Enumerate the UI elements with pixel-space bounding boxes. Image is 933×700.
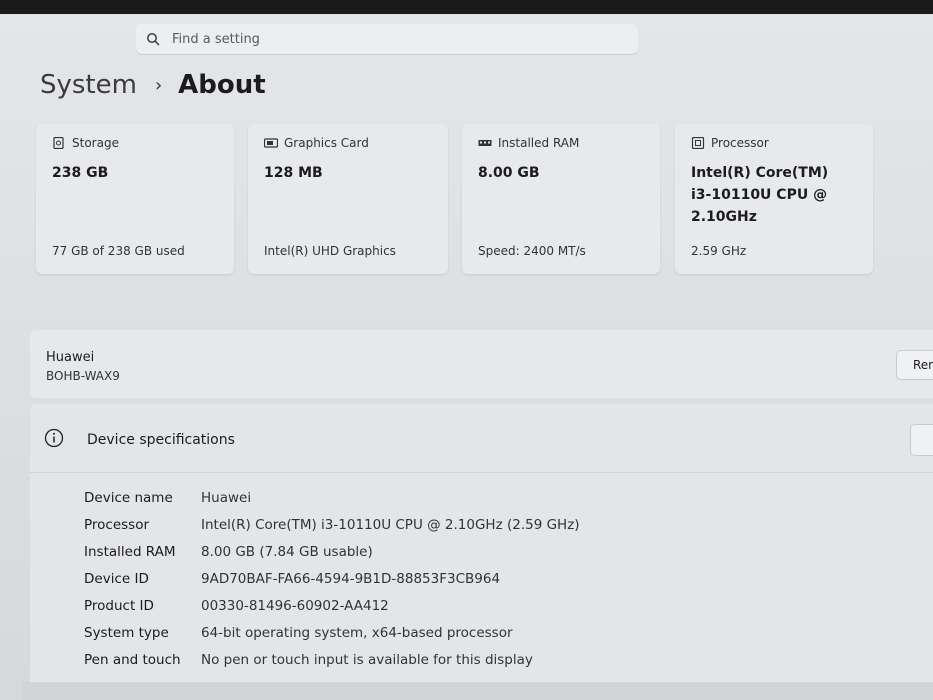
device-name-bar: Huawei BOHB-WAX9: [30, 330, 933, 398]
ram-value: 8.00 GB: [478, 165, 540, 181]
rename-button[interactable]: Ren: [896, 350, 933, 380]
spec-row-device-name: Device name Huawei: [84, 484, 580, 511]
breadcrumb-system[interactable]: System: [40, 70, 137, 100]
spec-row-device-id: Device ID 9AD70BAF-FA66-4594-9B1D-88853F…: [84, 565, 580, 592]
storage-icon: [52, 137, 66, 149]
spec-value: 64-bit operating system, x64-based proce…: [201, 624, 513, 641]
next-section-divider: [22, 682, 933, 700]
graphics-card-card[interactable]: Graphics Card 128 MB Intel(R) UHD Graphi…: [248, 124, 448, 274]
spec-key: Product ID: [84, 597, 154, 614]
storage-sub: 77 GB of 238 GB used: [52, 244, 185, 258]
page-title: About: [178, 70, 266, 100]
graphics-card-value: 128 MB: [264, 165, 323, 181]
device-name: Huawei: [46, 350, 95, 365]
top-bezel: [0, 0, 933, 14]
spec-key: Device ID: [84, 570, 149, 587]
spec-row-system-type: System type 64-bit operating system, x64…: [84, 619, 580, 646]
processor-sub: 2.59 GHz: [691, 244, 747, 258]
processor-value: Intel(R) Core(TM) i3-10110U CPU @ 2.10GH…: [691, 165, 829, 225]
graphics-card-icon: [264, 137, 278, 149]
spec-value: Intel(R) Core(TM) i3-10110U CPU @ 2.10GH…: [201, 516, 580, 533]
copy-button[interactable]: [910, 424, 933, 456]
info-icon: [44, 428, 64, 448]
processor-label: Processor: [711, 136, 769, 150]
breadcrumb: System › About: [40, 70, 266, 100]
spec-value: Huawei: [201, 489, 252, 506]
spec-key: Installed RAM: [84, 543, 176, 560]
ram-card[interactable]: Installed RAM 8.00 GB Speed: 2400 MT/s: [462, 124, 660, 274]
spec-key: Device name: [84, 489, 173, 506]
search-input[interactable]: [170, 30, 604, 48]
spec-row-pen-and-touch: Pen and touch No pen or touch input is a…: [84, 646, 580, 673]
device-model: BOHB-WAX9: [46, 369, 120, 383]
device-specifications-header[interactable]: Device specifications: [30, 404, 933, 473]
graphics-card-label: Graphics Card: [284, 136, 369, 150]
device-specifications-title: Device specifications: [87, 432, 235, 448]
spec-key: Pen and touch: [84, 651, 181, 668]
spec-value: 9AD70BAF-FA66-4594-9B1D-88853F3CB964: [201, 570, 501, 587]
ram-label: Installed RAM: [498, 136, 580, 150]
storage-card[interactable]: Storage 238 GB 77 GB of 238 GB used: [36, 124, 234, 274]
spec-list: Device name Huawei Processor Intel(R) Co…: [84, 484, 580, 673]
spec-row-processor: Processor Intel(R) Core(TM) i3-10110U CP…: [84, 511, 580, 538]
search-box[interactable]: [136, 24, 638, 54]
ram-icon: [478, 137, 492, 149]
processor-card[interactable]: Processor Intel(R) Core(TM) i3-10110U CP…: [675, 124, 873, 274]
spec-key: System type: [84, 624, 169, 641]
graphics-card-sub: Intel(R) UHD Graphics: [264, 244, 396, 258]
spec-row-product-id: Product ID 00330-81496-60902-AA412: [84, 592, 580, 619]
spec-value: 8.00 GB (7.84 GB usable): [201, 543, 373, 560]
ram-sub: Speed: 2400 MT/s: [478, 244, 586, 258]
spec-key: Processor: [84, 516, 150, 533]
search-icon: [146, 32, 160, 46]
processor-icon: [691, 137, 705, 149]
spec-value: No pen or touch input is available for t…: [201, 651, 533, 668]
storage-label: Storage: [72, 136, 119, 150]
chevron-right-icon: ›: [154, 74, 163, 96]
spec-value: 00330-81496-60902-AA412: [201, 597, 389, 614]
storage-value: 238 GB: [52, 165, 109, 181]
spec-row-installed-ram: Installed RAM 8.00 GB (7.84 GB usable): [84, 538, 580, 565]
